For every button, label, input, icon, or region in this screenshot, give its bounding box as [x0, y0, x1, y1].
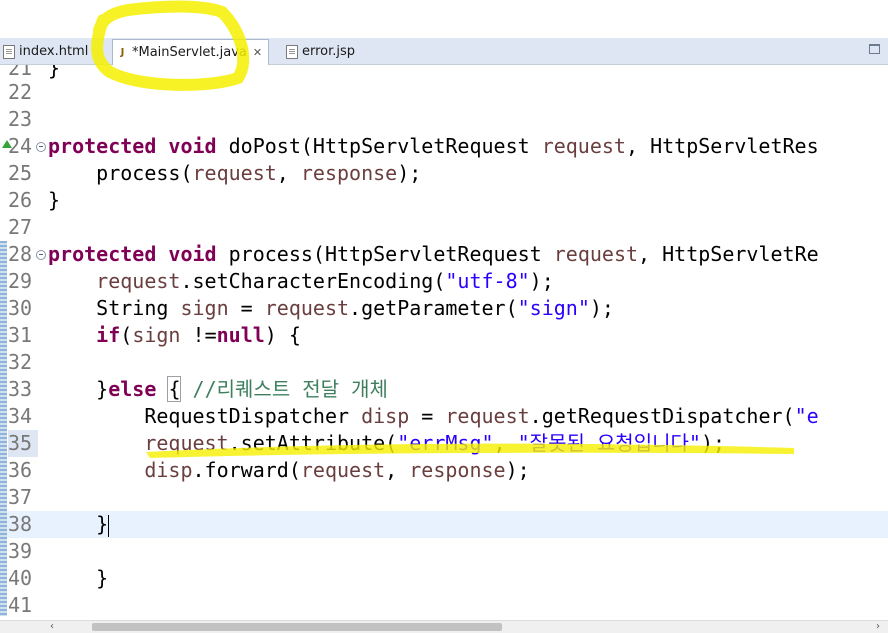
close-icon[interactable]: ✕ — [253, 46, 262, 59]
line-number: 37 — [8, 485, 33, 509]
code-line: 37 — [0, 484, 888, 511]
line-number: 23 — [8, 107, 33, 131]
line-number: 28 — [8, 242, 33, 266]
line-number: 36 — [8, 458, 33, 482]
tab-label: error.jsp — [302, 44, 356, 59]
code-line: 40 } — [0, 565, 888, 592]
tab-error-jsp[interactable]: error.jsp — [283, 40, 355, 63]
line-number: 39 — [8, 539, 33, 563]
code-text: disp.forward(request, response); — [48, 458, 530, 482]
line-number: 33 — [8, 377, 33, 401]
code-text: request.setAttribute("errMsg", "잘못된 요청입니… — [48, 431, 726, 455]
line-number: 34 — [8, 404, 33, 428]
line-number: 29 — [8, 269, 33, 293]
text-caret — [108, 514, 110, 537]
tab-index-html[interactable]: index.html — [0, 40, 96, 63]
current-line: 38 } — [0, 511, 888, 538]
line-number: 35 — [8, 430, 38, 457]
override-marker-icon — [2, 140, 12, 148]
line-number: 32 — [8, 350, 33, 374]
code-editor[interactable]: 21 } 22 23 24 protected void doPost(Http… — [0, 65, 888, 621]
line-number: 41 — [8, 593, 33, 617]
code-text: } — [48, 188, 61, 212]
html-file-icon — [3, 44, 15, 59]
java-file-icon: J — [120, 46, 125, 58]
matching-brace: { — [167, 376, 182, 402]
code-line: 28 protected void process(HttpServletReq… — [0, 241, 888, 268]
line-number: 26 — [8, 188, 33, 212]
line-number: 25 — [8, 161, 33, 185]
code-line: 36 disp.forward(request, response); — [0, 457, 888, 484]
fold-collapse-icon[interactable] — [36, 250, 46, 260]
code-text: request.setCharacterEncoding("utf-8"); — [48, 269, 554, 293]
code-text: RequestDispatcher disp = request.getRequ… — [48, 404, 819, 428]
tab-label: *MainServlet.java — [132, 45, 247, 60]
line-number: 24 — [8, 134, 33, 158]
tab-mainservlet-java[interactable]: J *MainServlet.java ✕ — [112, 39, 270, 65]
code-line: 29 request.setCharacterEncoding("utf-8")… — [0, 268, 888, 295]
scrollbar-thumb[interactable] — [92, 623, 502, 631]
code-line: 41 — [0, 592, 888, 619]
code-text: protected void process(HttpServletReques… — [48, 242, 819, 266]
line-number: 31 — [8, 323, 33, 347]
code-line: 34 RequestDispatcher disp = request.getR… — [0, 403, 888, 430]
code-text: if(sign !=null) { — [96, 323, 301, 347]
scroll-right-arrow[interactable]: › — [876, 621, 880, 633]
code-text: }else { //리퀘스트 전달 개체 — [96, 376, 388, 402]
code-line: 25 process(request, response); — [0, 160, 888, 187]
editor-tab-bar: index.html J *MainServlet.java ✕ error.j… — [0, 38, 888, 65]
code-text: String sign = request.getParameter("sign… — [48, 296, 614, 320]
code-line: 23 — [0, 106, 888, 133]
code-line: 35 request.setAttribute("errMsg", "잘못된 요… — [0, 430, 888, 457]
code-text: process(request, response); — [48, 161, 422, 185]
code-line: 30 String sign = request.getParameter("s… — [0, 295, 888, 322]
code-line: 26 } — [0, 187, 888, 214]
code-line: 27 — [0, 214, 888, 241]
line-number: 30 — [8, 296, 33, 320]
maximize-icon[interactable] — [869, 44, 880, 54]
fold-collapse-icon[interactable] — [36, 142, 46, 152]
quick-diff-ruler — [0, 241, 7, 616]
line-number: 27 — [8, 215, 33, 239]
code-text: } — [48, 566, 109, 590]
jsp-file-icon — [286, 44, 298, 59]
code-line: 24 protected void doPost(HttpServletRequ… — [0, 133, 888, 160]
code-line: 39 — [0, 538, 888, 565]
tab-label: index.html — [19, 44, 89, 59]
horizontal-scrollbar[interactable]: ‹ › — [0, 620, 888, 633]
line-number: 38 — [8, 512, 33, 536]
code-text: protected void doPost(HttpServletRequest… — [48, 134, 819, 158]
code-text: } — [48, 512, 110, 537]
code-line: 31 if(sign !=null) { — [0, 322, 888, 349]
scroll-left-arrow[interactable]: ‹ — [50, 621, 54, 633]
code-line: 32 — [0, 349, 888, 376]
code-line: 22 — [0, 79, 888, 106]
code-line: 33 }else { //리퀘스트 전달 개체 — [0, 376, 888, 403]
line-number: 22 — [8, 80, 33, 104]
line-number: 40 — [8, 566, 33, 590]
